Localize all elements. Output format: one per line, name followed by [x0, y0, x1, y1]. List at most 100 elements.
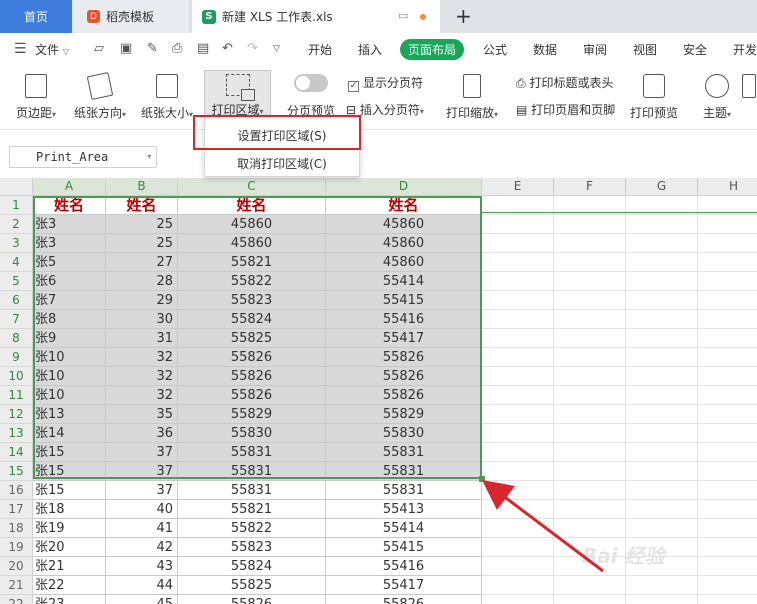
row-header[interactable]: 3: [0, 234, 33, 253]
table-cell[interactable]: 55826: [326, 367, 482, 386]
table-cell[interactable]: 55415: [326, 538, 482, 557]
customize-icon[interactable]: ▽: [273, 44, 280, 54]
empty-cell[interactable]: [554, 234, 626, 253]
table-header-cell[interactable]: 姓名: [33, 196, 106, 215]
empty-cell[interactable]: [698, 557, 757, 576]
empty-cell[interactable]: [482, 253, 554, 272]
empty-cell[interactable]: [482, 481, 554, 500]
column-header-f[interactable]: F: [554, 178, 626, 196]
table-cell[interactable]: 30: [106, 310, 178, 329]
empty-cell[interactable]: [482, 367, 554, 386]
empty-cell[interactable]: [626, 481, 698, 500]
empty-cell[interactable]: [554, 500, 626, 519]
table-cell[interactable]: 55415: [326, 291, 482, 310]
table-cell[interactable]: 张23: [33, 595, 106, 604]
row-header[interactable]: 18: [0, 519, 33, 538]
table-cell[interactable]: 张15: [33, 462, 106, 481]
empty-cell[interactable]: [554, 310, 626, 329]
table-cell[interactable]: 张8: [33, 310, 106, 329]
empty-cell[interactable]: [626, 348, 698, 367]
tab-file[interactable]: S 新建 XLS 工作表.xls ▭: [192, 0, 440, 33]
table-cell[interactable]: 37: [106, 462, 178, 481]
table-cell[interactable]: 张3: [33, 215, 106, 234]
table-cell[interactable]: 张14: [33, 424, 106, 443]
menu-view[interactable]: 视图: [633, 41, 657, 58]
row-header[interactable]: 19: [0, 538, 33, 557]
table-cell[interactable]: 55831: [326, 481, 482, 500]
empty-cell[interactable]: [554, 386, 626, 405]
orientation-button[interactable]: 纸张方向▾: [68, 71, 132, 121]
empty-cell[interactable]: [698, 310, 757, 329]
empty-cell[interactable]: [554, 595, 626, 604]
empty-cell[interactable]: [482, 348, 554, 367]
column-header-b[interactable]: B: [106, 178, 178, 196]
table-cell[interactable]: 25: [106, 234, 178, 253]
table-cell[interactable]: 55416: [326, 310, 482, 329]
empty-cell[interactable]: [554, 576, 626, 595]
empty-cell[interactable]: [482, 595, 554, 604]
table-cell[interactable]: 55826: [178, 367, 326, 386]
table-cell[interactable]: 55825: [178, 329, 326, 348]
print-titles-button[interactable]: ⎙ 打印标题或表头: [516, 74, 613, 91]
row-header[interactable]: 5: [0, 272, 33, 291]
print-area-button[interactable]: 打印区域▾: [204, 70, 271, 120]
table-cell[interactable]: 张15: [33, 443, 106, 462]
table-cell[interactable]: 张10: [33, 386, 106, 405]
table-cell[interactable]: 45860: [326, 234, 482, 253]
empty-cell[interactable]: [626, 595, 698, 604]
table-cell[interactable]: 55417: [326, 576, 482, 595]
empty-cell[interactable]: [626, 234, 698, 253]
table-cell[interactable]: 55821: [178, 253, 326, 272]
table-cell[interactable]: 45860: [178, 215, 326, 234]
empty-cell[interactable]: [698, 481, 757, 500]
empty-cell[interactable]: [554, 424, 626, 443]
table-cell[interactable]: 张10: [33, 348, 106, 367]
empty-cell[interactable]: [482, 291, 554, 310]
column-header-d[interactable]: D: [326, 178, 482, 196]
table-cell[interactable]: 55821: [178, 500, 326, 519]
table-cell[interactable]: 张19: [33, 519, 106, 538]
table-cell[interactable]: 55826: [178, 386, 326, 405]
menu-data[interactable]: 数据: [533, 41, 557, 58]
table-cell[interactable]: 37: [106, 481, 178, 500]
menu-page-layout[interactable]: 页面布局: [400, 39, 465, 60]
empty-cell[interactable]: [626, 386, 698, 405]
table-cell[interactable]: 55826: [326, 386, 482, 405]
row-header[interactable]: 11: [0, 386, 33, 405]
empty-cell[interactable]: [698, 405, 757, 424]
table-cell[interactable]: 55414: [326, 519, 482, 538]
table-cell[interactable]: 55831: [178, 481, 326, 500]
empty-cell[interactable]: [482, 462, 554, 481]
row-header[interactable]: 22: [0, 595, 33, 604]
table-cell[interactable]: 27: [106, 253, 178, 272]
empty-cell[interactable]: [554, 253, 626, 272]
empty-cell[interactable]: [554, 329, 626, 348]
header-footer-button[interactable]: ▤ 打印页眉和页脚: [516, 101, 615, 118]
empty-cell[interactable]: [626, 443, 698, 462]
fill-handle[interactable]: [479, 476, 485, 482]
theme-button[interactable]: 主题▾: [697, 74, 737, 121]
table-cell[interactable]: 36: [106, 424, 178, 443]
row-header[interactable]: 20: [0, 557, 33, 576]
table-cell[interactable]: 25: [106, 215, 178, 234]
row-header[interactable]: 2: [0, 215, 33, 234]
table-cell[interactable]: 55826: [178, 595, 326, 604]
table-cell[interactable]: 55822: [178, 519, 326, 538]
empty-cell[interactable]: [698, 386, 757, 405]
menu-security[interactable]: 安全: [683, 41, 707, 58]
empty-cell[interactable]: [482, 424, 554, 443]
column-header-c[interactable]: C: [178, 178, 326, 196]
table-cell[interactable]: 45860: [326, 215, 482, 234]
empty-cell[interactable]: [482, 538, 554, 557]
table-cell[interactable]: 32: [106, 386, 178, 405]
table-cell[interactable]: 55829: [178, 405, 326, 424]
empty-cell[interactable]: [698, 253, 757, 272]
empty-cell[interactable]: [698, 500, 757, 519]
empty-cell[interactable]: [554, 367, 626, 386]
empty-cell[interactable]: [626, 329, 698, 348]
table-cell[interactable]: 55824: [178, 557, 326, 576]
empty-cell[interactable]: [482, 519, 554, 538]
empty-cell[interactable]: [698, 519, 757, 538]
empty-cell[interactable]: [698, 329, 757, 348]
table-cell[interactable]: 55824: [178, 310, 326, 329]
